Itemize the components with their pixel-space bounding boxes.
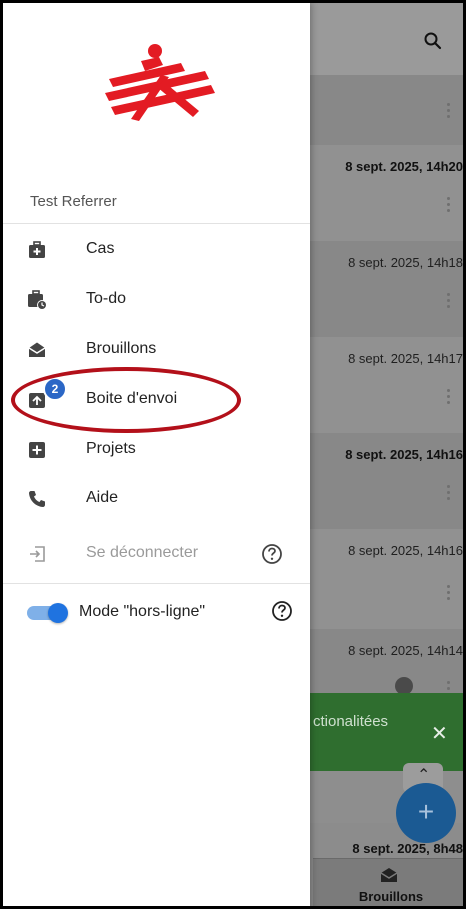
more-vert-icon[interactable] <box>447 389 451 407</box>
list-item-date: 8 sept. 2025, 8h48 <box>352 841 463 856</box>
list-item-date: 8 sept. 2025, 14h16 <box>348 543 463 558</box>
drawer-item-todo[interactable]: To-do <box>3 276 310 324</box>
drawer-item-aide[interactable]: Aide <box>3 475 310 523</box>
drawer-item-label: Projets <box>86 440 136 457</box>
more-vert-icon[interactable] <box>447 103 451 121</box>
list-item-date: 8 sept. 2025, 14h16 <box>345 447 463 462</box>
snackbar-message: ctionalitées <box>313 713 389 730</box>
toggle-knob <box>48 603 68 623</box>
add-fab-button[interactable]: + <box>396 783 456 843</box>
open-envelope-icon <box>380 868 398 882</box>
search-icon[interactable] <box>423 31 443 51</box>
bottom-nav-tab-drafts[interactable]: Brouillons <box>313 858 463 906</box>
drawer-item-brouillons[interactable]: Brouillons <box>3 326 310 374</box>
close-icon[interactable]: ✕ <box>431 721 448 746</box>
highlight-annotation <box>11 367 241 433</box>
drawer-item-label: Brouillons <box>86 340 157 357</box>
plus-icon: + <box>417 796 435 827</box>
bottom-nav-label: Brouillons <box>358 889 424 904</box>
chevron-up-icon: ⌃ <box>417 767 431 784</box>
divider <box>3 223 310 224</box>
more-vert-icon[interactable] <box>447 585 451 603</box>
drawer-item-label: Cas <box>86 240 115 257</box>
list-item-date: 8 sept. 2025, 14h17 <box>348 351 463 366</box>
more-vert-icon[interactable] <box>447 293 451 311</box>
msf-logo <box>105 44 215 121</box>
more-vert-icon[interactable] <box>447 485 451 503</box>
drawer-item-projets[interactable]: Projets <box>3 426 310 474</box>
list-item-date: 8 sept. 2025, 14h14 <box>348 643 463 658</box>
offline-mode-label: Mode "hors-ligne" <box>79 603 206 620</box>
more-vert-icon[interactable] <box>447 197 451 215</box>
plus-square-icon <box>29 442 45 458</box>
phone-icon <box>29 491 45 507</box>
app-screen: 8 sept. 2025, 14h20 8 sept. 2025, 14h18 … <box>0 0 466 909</box>
user-name: Test Referrer <box>30 193 117 210</box>
offline-mode-toggle[interactable] <box>27 603 69 623</box>
drawer-item-cas[interactable]: Cas <box>3 226 310 274</box>
briefcase-clock-icon <box>28 290 47 310</box>
open-envelope-icon <box>28 342 46 357</box>
logout-label: Se déconnecter <box>86 544 199 561</box>
list-item-date: 8 sept. 2025, 14h20 <box>345 159 463 174</box>
navigation-drawer: Test Referrer Cas To-do Brouillons 2 Boi… <box>3 3 310 906</box>
divider <box>3 583 310 584</box>
medical-briefcase-icon <box>29 241 45 258</box>
drawer-item-label: Aide <box>86 489 119 506</box>
list-item-date: 8 sept. 2025, 14h18 <box>348 255 463 270</box>
help-icon[interactable] <box>271 600 293 622</box>
drawer-item-label: To-do <box>86 290 127 307</box>
logout-icon <box>30 546 45 562</box>
help-icon[interactable] <box>261 543 283 565</box>
